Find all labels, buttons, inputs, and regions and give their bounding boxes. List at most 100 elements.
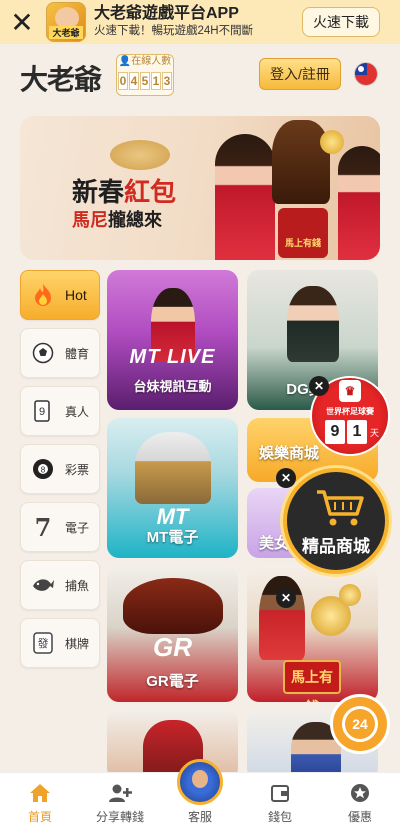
app-banner-text: 大老爺遊戲平台APP 火速下載！暢玩遊戲24H不間斷 xyxy=(94,5,302,39)
nav-label: 錢包 xyxy=(267,810,292,824)
promo-model-image xyxy=(215,134,275,260)
online-counter: 👤在線人數 0 4 5 1 3 xyxy=(116,54,174,96)
tile-label: 台妹視訊互動 xyxy=(133,379,212,394)
category-label: 捕魚 xyxy=(65,578,90,593)
game-zeus-image xyxy=(135,432,211,504)
nav-label: 分享轉錢 xyxy=(95,810,144,824)
svg-text:發: 發 xyxy=(38,636,49,650)
mahjong-tile-icon: 發 xyxy=(31,631,55,655)
countdown-digit: 9 xyxy=(325,420,345,444)
countdown-digit: 1 xyxy=(347,420,367,444)
tile-label: GR電子 xyxy=(146,673,199,690)
support-24h-button[interactable]: 24 xyxy=(330,694,390,754)
gr-logo: GR xyxy=(153,632,192,662)
svg-text:7: 7 xyxy=(35,515,52,539)
poker-chip-icon: 9 xyxy=(31,399,55,423)
avatar xyxy=(177,759,223,805)
coin-icon xyxy=(320,130,344,154)
game-model-image xyxy=(287,286,339,362)
nav-share[interactable]: 分享轉錢 xyxy=(80,773,160,832)
category-label: 彩票 xyxy=(65,462,90,477)
close-mall-button[interactable]: ✕ xyxy=(276,468,296,488)
app-download-banner: ✕ 大老爺 大老爺遊戲平台APP 火速下載！暢玩遊戲24H不間斷 火速下載 xyxy=(0,0,400,44)
category-hot[interactable]: Hot xyxy=(20,270,100,320)
online-digit: 1 xyxy=(151,72,161,90)
app-icon: 大老爺 xyxy=(46,2,86,42)
category-cards[interactable]: 發 棋牌 xyxy=(20,618,100,668)
fish-icon xyxy=(31,573,55,597)
online-label: 在線人數 xyxy=(131,56,172,67)
nav-support[interactable]: 客服 xyxy=(160,759,240,832)
bottom-nav: 首頁 分享轉錢 客服 錢包 優惠 xyxy=(0,759,400,832)
online-digit: 4 xyxy=(129,72,139,90)
promo-red-box xyxy=(278,208,328,258)
eight-ball-icon: 8 xyxy=(31,457,55,481)
nav-home[interactable]: 首頁 xyxy=(0,773,80,832)
coin-icon xyxy=(339,584,361,606)
app-banner-title: 大老爺遊戲平台APP xyxy=(94,5,239,22)
promo-model-image xyxy=(338,146,380,260)
app-banner-subtitle: 火速下載！暢玩遊戲24H不間斷 xyxy=(94,25,254,37)
category-slots[interactable]: 7 電子 xyxy=(20,502,100,552)
slot-seven-icon: 7 xyxy=(31,515,55,539)
category-label: Hot xyxy=(65,287,87,303)
game-tile-mt-slot[interactable]: MT MT電子 xyxy=(107,418,238,558)
game-tile-gold[interactable]: 馬上有錢 xyxy=(247,566,378,702)
game-tile-mt-live[interactable]: MT LIVE 台妹視訊互動 xyxy=(107,270,238,410)
category-label: 真人 xyxy=(65,404,90,419)
game-dragon-image xyxy=(123,578,223,634)
close-world-cup-button[interactable]: ✕ xyxy=(309,376,329,396)
online-digit: 3 xyxy=(162,72,172,90)
wallet-icon xyxy=(268,782,292,804)
close-promo-button[interactable]: ✕ xyxy=(276,588,296,608)
site-header: 大老爺 👤在線人數 0 4 5 1 3 登入/註冊 xyxy=(0,44,400,104)
nav-label: 客服 xyxy=(187,810,212,824)
category-sports[interactable]: 體育 xyxy=(20,328,100,378)
category-label: 電子 xyxy=(65,520,90,535)
category-sidebar: Hot 體育 9 真人 8 彩票 7 電子 捕魚 發 棋牌 xyxy=(20,270,100,676)
promo-box-label: 馬上有錢 xyxy=(284,238,321,248)
add-user-icon xyxy=(108,782,132,804)
login-register-button[interactable]: 登入/註冊 xyxy=(259,58,341,90)
headset-icon: 24 xyxy=(342,706,378,742)
trophy-icon: ♛ xyxy=(339,380,361,402)
star-badge-icon xyxy=(348,782,372,804)
boutique-mall-badge[interactable]: 精品商城 xyxy=(283,468,389,574)
promo-title: 新春紅包 xyxy=(72,178,177,208)
soccer-ball-icon xyxy=(31,341,55,365)
shopping-cart-icon xyxy=(317,490,364,526)
promo-banner[interactable]: 新春紅包 馬尼攏總來 馬上有錢 xyxy=(20,116,380,260)
category-fishing[interactable]: 捕魚 xyxy=(20,560,100,610)
world-cup-label: 世界杯足球賽 xyxy=(326,407,374,416)
game-tile-gr[interactable]: GR GR電子 xyxy=(107,566,238,702)
mt-live-logo: MT LIVE xyxy=(129,346,216,368)
language-flag-icon[interactable] xyxy=(354,62,378,86)
gold-decoration-icon xyxy=(110,140,170,170)
online-digits: 0 4 5 1 3 xyxy=(117,72,173,90)
download-button[interactable]: 火速下載 xyxy=(302,7,380,37)
home-icon xyxy=(28,782,52,804)
fire-icon xyxy=(31,283,55,307)
category-label: 體育 xyxy=(65,346,90,361)
tile-label: 馬上有錢 xyxy=(283,660,341,702)
site-logo[interactable]: 大老爺 xyxy=(20,58,102,98)
promo-horse-image xyxy=(272,120,330,204)
category-lottery[interactable]: 8 彩票 xyxy=(20,444,100,494)
close-icon[interactable]: ✕ xyxy=(0,0,44,44)
person-icon: 👤 xyxy=(118,56,132,67)
nav-promotions[interactable]: 優惠 xyxy=(320,773,400,832)
online-digit: 5 xyxy=(140,72,150,90)
nav-wallet[interactable]: 錢包 xyxy=(240,773,320,832)
tile-label: MT電子 xyxy=(146,529,199,546)
countdown-unit: 天 xyxy=(370,428,380,438)
countdown-digits: 9 1 xyxy=(325,420,367,444)
mall-label: 精品商城 xyxy=(302,537,370,556)
category-live[interactable]: 9 真人 xyxy=(20,386,100,436)
app-icon-text: 大老爺 xyxy=(49,26,83,39)
promo-subtitle: 馬尼攏總來 xyxy=(72,210,162,231)
nav-label: 首頁 xyxy=(27,810,52,824)
svg-text:9: 9 xyxy=(39,406,45,418)
nav-label: 優惠 xyxy=(347,810,372,824)
online-digit: 0 xyxy=(118,72,128,90)
category-label: 棋牌 xyxy=(65,636,90,651)
